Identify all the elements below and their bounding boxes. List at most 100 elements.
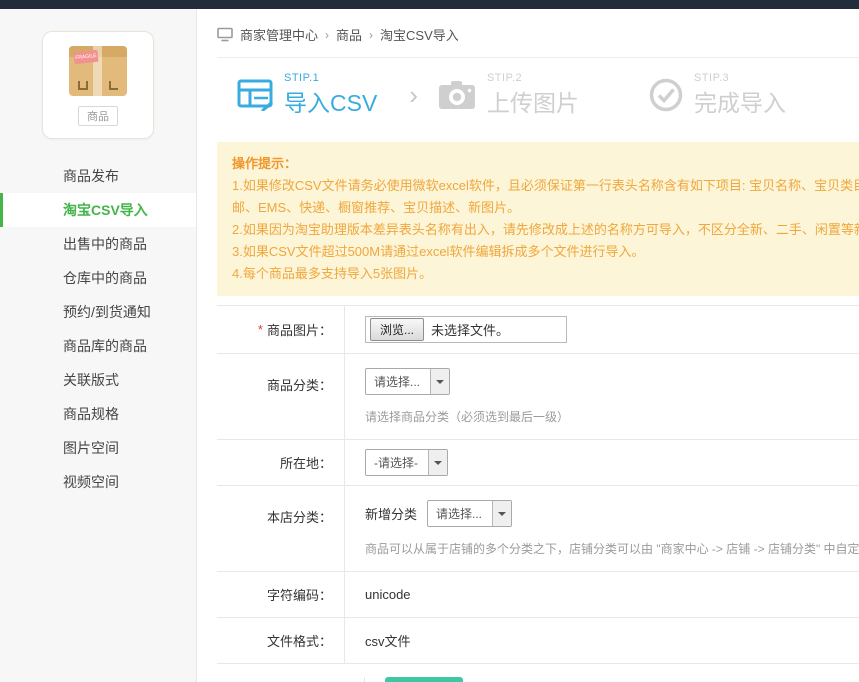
camera-icon xyxy=(438,80,476,111)
file-format-field: csv文件 xyxy=(345,618,859,663)
product-image-label: * 商品图片： xyxy=(217,306,345,353)
shop-category-field: 新增分类 请选择... 商品可以从属于店铺的多个分类之下，店铺分类可以由 "商家… xyxy=(345,486,859,571)
sidebar-item-video-space[interactable]: 视频空间 xyxy=(0,465,196,499)
top-navbar xyxy=(0,0,859,9)
notice-line-4: 4.每个商品最多支持导入5张图片。 xyxy=(232,263,844,285)
import-button[interactable]: 导入 xyxy=(385,677,463,682)
submit-label-spacer xyxy=(237,677,365,682)
step-label: 导入CSV xyxy=(284,84,377,118)
shop-category-help: 商品可以从属于店铺的多个分类之下，店铺分类可以由 "商家中心 -> 店铺 -> … xyxy=(365,540,859,557)
location-select[interactable]: -请选择- xyxy=(365,449,448,476)
file-input[interactable]: 浏览... 未选择文件。 xyxy=(365,316,567,343)
package-box-icon: FRAGILE xyxy=(69,46,127,96)
sidebar-item-taobao-csv-import[interactable]: 淘宝CSV导入 xyxy=(0,193,196,227)
sidebar-item-goods-on-sale[interactable]: 出售中的商品 xyxy=(0,227,196,261)
file-format-value: csv文件 xyxy=(365,631,411,650)
import-form: * 商品图片： 浏览... 未选择文件。 商品分类： 请选择... xyxy=(217,305,859,682)
sidebar-item-goods-in-warehouse[interactable]: 仓库中的商品 xyxy=(0,261,196,295)
step-number: STIP.1 xyxy=(284,72,377,84)
step-texts: STIP.2 上传图片 xyxy=(487,72,579,118)
form-row-submit: 导入 xyxy=(217,664,859,682)
step-number: STIP.3 xyxy=(694,72,786,84)
sidebar-item-goods-publish[interactable]: 商品发布 xyxy=(0,159,196,193)
chevron-down-icon xyxy=(428,450,447,475)
step-upload-images: STIP.2 上传图片 xyxy=(438,72,579,118)
submit-field: 导入 xyxy=(365,677,859,682)
form-row-product-category: 商品分类： 请选择... 请选择商品分类（必须选到最后一级） xyxy=(217,354,859,440)
select-value: -请选择- xyxy=(366,450,428,475)
encoding-field: unicode xyxy=(345,572,859,617)
csv-table-icon xyxy=(237,79,273,111)
label-text: 商品分类： xyxy=(267,375,332,394)
sidebar-item-arrival-notice[interactable]: 预约/到货通知 xyxy=(0,295,196,329)
form-row-encoding: 字符编码： unicode xyxy=(217,572,859,618)
required-asterisk: * xyxy=(258,322,263,337)
notice-line-2: 2.如果因为淘宝助理版本差异表头名称有出入，请先修改成上述的名称方可导入，不区分… xyxy=(232,219,844,241)
location-label: 所在地： xyxy=(217,440,345,485)
form-row-shop-category: 本店分类： 新增分类 请选择... 商品可以从属于店铺的多个分类之下，店铺分类可… xyxy=(217,486,859,572)
breadcrumb-goods[interactable]: 商品 xyxy=(336,25,362,44)
notice-line-3: 3.如果CSV文件超过500M请通过excel软件编辑拆成多个文件进行导入。 xyxy=(232,241,844,263)
sidebar-item-image-space[interactable]: 图片空间 xyxy=(0,431,196,465)
sidebar-item-related-layout[interactable]: 关联版式 xyxy=(0,363,196,397)
step-texts: STIP.1 导入CSV xyxy=(284,72,377,118)
encoding-value: unicode xyxy=(365,587,411,602)
notice-line-1-wrap: 邮、EMS、快递、橱窗推荐、宝贝描述、新图片。 xyxy=(232,197,844,219)
label-text: 文件格式： xyxy=(267,631,332,650)
step-import-csv: STIP.1 导入CSV xyxy=(237,72,377,118)
category-card: FRAGILE 商品 xyxy=(42,31,154,139)
label-text: 本店分类： xyxy=(267,507,332,526)
shop-category-select[interactable]: 请选择... xyxy=(427,500,512,527)
box-mark xyxy=(109,81,118,90)
sidebar: FRAGILE 商品 商品发布 淘宝CSV导入 出售中的商品 仓库中的商品 预约… xyxy=(0,9,197,682)
product-category-field: 请选择... 请选择商品分类（必须选到最后一级） xyxy=(345,354,859,439)
main-content: 商家管理中心 › 商品 › 淘宝CSV导入 STIP.1 导入CSV xyxy=(197,9,859,682)
notice-line-1: 1.如果修改CSV文件请务必使用微软excel软件，且必须保证第一行表头名称含有… xyxy=(232,175,844,197)
step-number: STIP.2 xyxy=(487,72,579,84)
label-text: 商品图片： xyxy=(267,320,332,339)
form-row-location: 所在地： -请选择- xyxy=(217,440,859,486)
select-value: 请选择... xyxy=(366,369,430,394)
step-separator: › xyxy=(409,82,418,108)
box-mark xyxy=(78,81,88,90)
shop-category-label: 本店分类： xyxy=(217,486,345,571)
breadcrumb-separator: › xyxy=(325,28,329,42)
encoding-label: 字符编码： xyxy=(217,572,345,617)
product-image-field: 浏览... 未选择文件。 xyxy=(345,306,859,353)
product-category-help: 请选择商品分类（必须选到最后一级） xyxy=(365,408,569,425)
notice-title: 操作提示： xyxy=(232,153,844,175)
step-label: 完成导入 xyxy=(694,84,786,118)
chevron-down-icon xyxy=(492,501,511,526)
operation-tips-box: 操作提示： 1.如果修改CSV文件请务必使用微软excel软件，且必须保证第一行… xyxy=(217,142,859,296)
breadcrumb: 商家管理中心 › 商品 › 淘宝CSV导入 xyxy=(217,25,859,44)
file-status-text: 未选择文件。 xyxy=(431,320,509,339)
chevron-down-icon xyxy=(430,369,449,394)
page-layout: FRAGILE 商品 商品发布 淘宝CSV导入 出售中的商品 仓库中的商品 预约… xyxy=(0,9,859,682)
step-finish-import: STIP.3 完成导入 xyxy=(649,72,786,118)
monitor-icon xyxy=(217,27,233,42)
form-row-product-image: * 商品图片： 浏览... 未选择文件。 xyxy=(217,306,859,354)
breadcrumb-merchant-center[interactable]: 商家管理中心 xyxy=(240,25,318,44)
label-text: 所在地： xyxy=(280,453,332,472)
breadcrumb-separator: › xyxy=(369,28,373,42)
sidebar-item-goods-spec[interactable]: 商品规格 xyxy=(0,397,196,431)
category-card-label: 商品 xyxy=(78,106,118,126)
shop-category-controls: 新增分类 请选择... xyxy=(365,500,512,527)
step-texts: STIP.3 完成导入 xyxy=(694,72,786,118)
file-format-label: 文件格式： xyxy=(217,618,345,663)
browse-button[interactable]: 浏览... xyxy=(370,318,424,341)
sidebar-item-goods-library[interactable]: 商品库的商品 xyxy=(0,329,196,363)
sidebar-menu: 商品发布 淘宝CSV导入 出售中的商品 仓库中的商品 预约/到货通知 商品库的商… xyxy=(0,159,196,499)
breadcrumb-current-page: 淘宝CSV导入 xyxy=(380,25,459,44)
check-circle-icon xyxy=(649,78,683,112)
product-category-select[interactable]: 请选择... xyxy=(365,368,450,395)
step-label: 上传图片 xyxy=(487,84,579,118)
product-category-label: 商品分类： xyxy=(217,354,345,439)
fragile-sticker: FRAGILE xyxy=(73,50,98,64)
location-field: -请选择- xyxy=(345,440,859,485)
add-category-label: 新增分类 xyxy=(365,504,417,523)
label-text: 字符编码： xyxy=(267,585,332,604)
steps-indicator: STIP.1 导入CSV › STIP.2 上传图片 xyxy=(217,58,859,132)
select-value: 请选择... xyxy=(428,501,492,526)
form-row-file-format: 文件格式： csv文件 xyxy=(217,618,859,664)
